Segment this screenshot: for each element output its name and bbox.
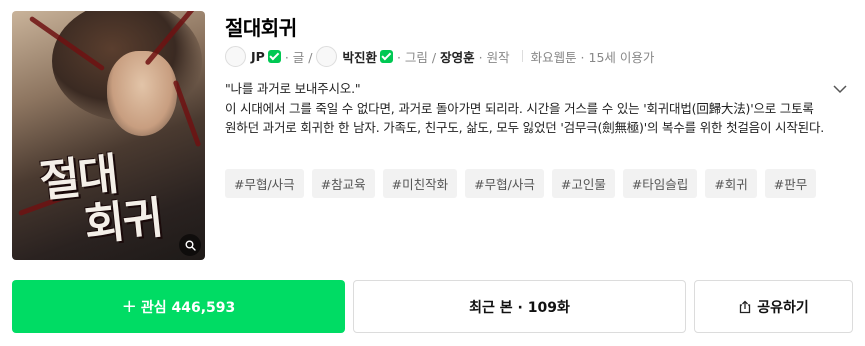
tag-chip[interactable]: #미친작화: [382, 169, 458, 198]
avatar[interactable]: [316, 45, 338, 67]
tag-list: #무협/사극 #참교육 #미친작화 #무협/사극 #고인물 #타임슬립 #회귀 …: [225, 169, 817, 198]
schedule-rating: 화요웹툰 · 15세 이용가: [530, 49, 655, 65]
synopsis: "나를 과거로 보내주시오." 이 시대에서 그를 죽일 수 없다면, 과거로 …: [225, 79, 825, 138]
thumbnail-logo: 절대 회귀: [37, 143, 196, 254]
tag-chip[interactable]: #회귀: [705, 169, 757, 198]
author-name[interactable]: JP: [251, 49, 265, 64]
verified-icon: [379, 49, 393, 63]
tag-chip[interactable]: #무협/사극: [465, 169, 544, 198]
synopsis-body: 이 시대에서 그를 죽일 수 없다면, 과거로 돌아가면 되리라. 시간을 거스…: [225, 100, 825, 136]
verified-icon: [267, 49, 281, 63]
plus-icon: +: [121, 295, 137, 317]
meta-divider: [521, 50, 523, 62]
tag-chip[interactable]: #참교육: [311, 169, 375, 198]
thumbnail-face-art: [107, 51, 177, 136]
tag-chip[interactable]: #고인물: [551, 169, 615, 198]
share-button[interactable]: 공유하기: [694, 280, 853, 333]
author-role: · 원작: [478, 49, 510, 65]
author-name[interactable]: 장영훈: [440, 47, 475, 66]
author-role: · 글 /: [284, 49, 313, 65]
page-title: 절대회귀: [225, 16, 297, 40]
webtoon-thumbnail[interactable]: 절대 회귀: [12, 11, 205, 260]
tag-chip[interactable]: #판무: [764, 169, 817, 198]
search-icon: [185, 240, 196, 251]
favorite-label: 관심 446,593: [140, 299, 236, 316]
avatar[interactable]: [225, 45, 246, 67]
tag-chip[interactable]: #무협/사극: [225, 169, 304, 198]
synopsis-quote: "나를 과거로 보내주시오.": [225, 81, 361, 96]
share-label: 공유하기: [757, 299, 809, 316]
recent-episode-button[interactable]: 최근 본 · 109화: [353, 280, 686, 333]
zoom-button[interactable]: [179, 234, 201, 256]
tag-chip[interactable]: #타임슬립: [622, 169, 698, 198]
author-name[interactable]: 박진환: [342, 47, 377, 66]
recent-label: 최근 본 · 109화: [469, 299, 570, 316]
author-meta: JP · 글 / 박진환 · 그림 / 장영훈 · 원작 화요웹툰 · 15세 …: [225, 45, 654, 67]
author-role: · 그림 /: [396, 49, 437, 65]
favorite-button[interactable]: + 관심 446,593: [12, 280, 345, 333]
chevron-down-icon[interactable]: [832, 83, 848, 95]
share-icon: [740, 300, 751, 313]
